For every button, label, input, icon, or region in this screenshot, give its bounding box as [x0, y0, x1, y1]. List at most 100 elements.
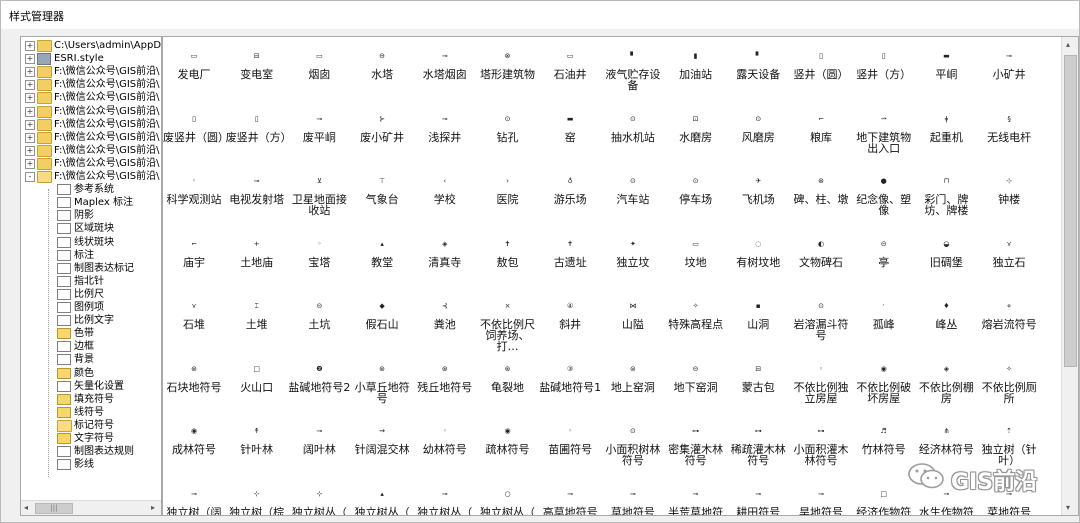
scroll-up-icon[interactable]: ▴: [1066, 40, 1070, 49]
symbol-item[interactable]: ⇝ 针阔混交林: [351, 418, 413, 478]
symbol-item[interactable]: ▭ 石油井: [539, 43, 601, 103]
symbol-item[interactable]: ⊸ 阔叶林: [288, 418, 350, 478]
symbol-item[interactable]: ⊸ 小矿井: [978, 43, 1040, 103]
symbol-item[interactable]: ⊹ 钟楼: [978, 168, 1040, 228]
symbol-item[interactable]: ◉ 成林符号: [163, 418, 225, 478]
symbol-item[interactable]: › 医院: [477, 168, 539, 228]
symbol-item[interactable]: ✝ 敖包: [477, 231, 539, 291]
scroll-right-icon[interactable]: ▸: [151, 503, 155, 512]
symbol-item[interactable]: ⊓ 彩门、牌坊、牌楼: [915, 168, 977, 228]
symbol-item[interactable]: ✝ 古遗址: [539, 231, 601, 291]
symbol-item[interactable]: ▴ 教堂: [351, 231, 413, 291]
symbol-item[interactable]: ▯ 竖井（圆）: [790, 43, 852, 103]
symbol-item[interactable]: ▪ 山洞: [727, 293, 789, 353]
symbol-item[interactable]: ⊸ 废平峒: [288, 106, 350, 166]
expand-icon[interactable]: +: [25, 93, 35, 104]
symbol-item[interactable]: ⋎ 石堆: [163, 293, 225, 353]
symbol-item[interactable]: ◦ 不依比例独立房屋: [790, 356, 852, 416]
symbol-item[interactable]: ⋈ 山隘: [602, 293, 664, 353]
symbol-item[interactable]: ⊡ 水磨房: [665, 106, 727, 166]
symbol-item[interactable]: ◐ 文物碑石: [790, 231, 852, 291]
expand-icon[interactable]: +: [25, 106, 35, 117]
symbol-item[interactable]: ◈ 不依比例棚房: [915, 356, 977, 416]
symbol-item[interactable]: ⊖ 水塔: [351, 43, 413, 103]
symbol-item[interactable]: ✈ 飞机场: [727, 168, 789, 228]
expand-icon[interactable]: +: [25, 145, 35, 156]
collapse-icon[interactable]: -: [25, 172, 35, 182]
symbol-item[interactable]: § 无线电杆: [978, 106, 1040, 166]
expand-icon[interactable]: +: [25, 67, 35, 78]
symbol-item[interactable]: ⊙ 停车场: [665, 168, 727, 228]
symbol-item[interactable]: ⊸ 半荒草地符: [665, 481, 727, 516]
symbol-item[interactable]: ⊟ 蒙古包: [727, 356, 789, 416]
symbol-item[interactable]: ◆ 假石山: [351, 293, 413, 353]
symbol-item[interactable]: ◌ 有树坟地: [727, 231, 789, 291]
symbol-item[interactable]: ● 纪念像、塑像: [853, 168, 915, 228]
symbol-item[interactable]: ⊸ 独立树（阔: [163, 481, 225, 516]
symbol-item[interactable]: ▴ 独立树丛（: [351, 481, 413, 516]
expand-icon[interactable]: +: [25, 158, 35, 169]
symbol-item[interactable]: ▘ 露天设备: [727, 43, 789, 103]
title-bar[interactable]: 样式管理器: [1, 1, 1079, 29]
style-tree-panel[interactable]: + C:\Users\admin\AppData + ESRI.style + F:\微信…: [20, 36, 162, 516]
symbol-item[interactable]: □ 经济作物符: [853, 481, 915, 516]
symbol-item[interactable]: ▭ 烟囱: [288, 43, 350, 103]
symbol-item[interactable]: ▭ 发电厂: [163, 43, 225, 103]
expand-icon[interactable]: +: [25, 54, 35, 65]
symbol-vertical-scrollbar[interactable]: ▴ ▾: [1061, 37, 1078, 515]
symbol-item[interactable]: ◦ 苗圃符号: [539, 418, 601, 478]
symbol-item[interactable]: + 土地庙: [226, 231, 288, 291]
symbol-item[interactable]: ◉ 不依比例破坏房屋: [853, 356, 915, 416]
expand-icon[interactable]: +: [25, 80, 35, 91]
symbol-item[interactable]: ⊜ 地上窑洞: [602, 356, 664, 416]
symbol-item[interactable]: ⋎ 独立石: [978, 231, 1040, 291]
symbol-item[interactable]: ⊛ 残丘地符号: [414, 356, 476, 416]
symbol-item[interactable]: ◦ 宝塔: [288, 231, 350, 291]
symbol-item[interactable]: ⊤ 气象台: [351, 168, 413, 228]
symbol-item[interactable]: ④ 斜井: [539, 293, 601, 353]
symbol-item[interactable]: ◈ 清真寺: [414, 231, 476, 291]
symbol-item[interactable]: ⊝ 地下窑洞: [665, 356, 727, 416]
symbol-item[interactable]: ▮ 加油站: [665, 43, 727, 103]
symbol-item[interactable]: ⊝ 土坑: [288, 293, 350, 353]
symbol-item[interactable]: ⊸ 耕田符号: [727, 481, 789, 516]
symbol-item[interactable]: ⊛ 龟裂地: [477, 356, 539, 416]
symbol-item[interactable]: ⊶ 稀疏灌木林符号: [727, 418, 789, 478]
expand-icon[interactable]: +: [25, 41, 35, 51]
symbol-item[interactable]: ⊸ 电视发射塔: [226, 168, 288, 228]
symbol-item[interactable]: ⊙ 岩溶漏斗符号: [790, 293, 852, 353]
symbol-item[interactable]: ♬ 竹林符号: [853, 418, 915, 478]
symbol-item[interactable]: ▯ 竖井（方）: [853, 43, 915, 103]
symbol-item[interactable]: ⊛ 石块地符号: [163, 356, 225, 416]
symbol-item[interactable]: ❷ 盐碱地符号2: [288, 356, 350, 416]
symbol-item[interactable]: ⊝ 亭: [853, 231, 915, 291]
symbol-item[interactable]: ⊛ 小草丘地符号: [351, 356, 413, 416]
symbol-item[interactable]: ▬ 平峒: [915, 43, 977, 103]
symbol-item[interactable]: ✧ 不依比例厕所: [978, 356, 1040, 416]
symbol-item[interactable]: ◦ 科学观测站: [163, 168, 225, 228]
symbol-item[interactable]: ⊸ 草地符号: [602, 481, 664, 516]
expand-icon[interactable]: +: [25, 119, 35, 130]
symbol-item[interactable]: ⌐ 粮库: [790, 106, 852, 166]
symbol-item[interactable]: ǂ 起重机: [915, 106, 977, 166]
symbol-item[interactable]: ③ 盐碱地符号1: [539, 356, 601, 416]
tree-horizontal-scrollbar[interactable]: ◂ ||| ▸: [21, 500, 161, 515]
symbol-item[interactable]: ◉ 疏林符号: [477, 418, 539, 478]
scroll-down-icon[interactable]: ▾: [1066, 503, 1070, 512]
symbol-item[interactable]: ♁ 游乐场: [539, 168, 601, 228]
symbol-item[interactable]: ⌶ 土堆: [226, 293, 288, 353]
scroll-thumb[interactable]: [1064, 55, 1077, 367]
symbol-item[interactable]: ↟ 针叶林: [226, 418, 288, 478]
symbol-item[interactable]: ⊙ 小面积树林符号: [602, 418, 664, 478]
symbol-item[interactable]: ▭ 坟地: [665, 231, 727, 291]
symbol-item[interactable]: × 不依比例尺饲养场、打…: [477, 293, 539, 353]
symbol-item[interactable]: ⇀ 地下建筑物出入口: [853, 106, 915, 166]
scroll-left-icon[interactable]: ◂: [24, 503, 28, 512]
symbol-item[interactable]: ⊶ 小面积灌木林符号: [790, 418, 852, 478]
symbol-item[interactable]: ⌐ 庙宇: [163, 231, 225, 291]
symbol-item[interactable]: ✦ 独立坟: [602, 231, 664, 291]
symbol-item[interactable]: ⊸ 旱地符号: [790, 481, 852, 516]
symbol-item[interactable]: ✧ 特殊高程点: [665, 293, 727, 353]
expand-icon[interactable]: +: [25, 132, 35, 143]
symbol-item[interactable]: ⊸ 高草地符号: [539, 481, 601, 516]
